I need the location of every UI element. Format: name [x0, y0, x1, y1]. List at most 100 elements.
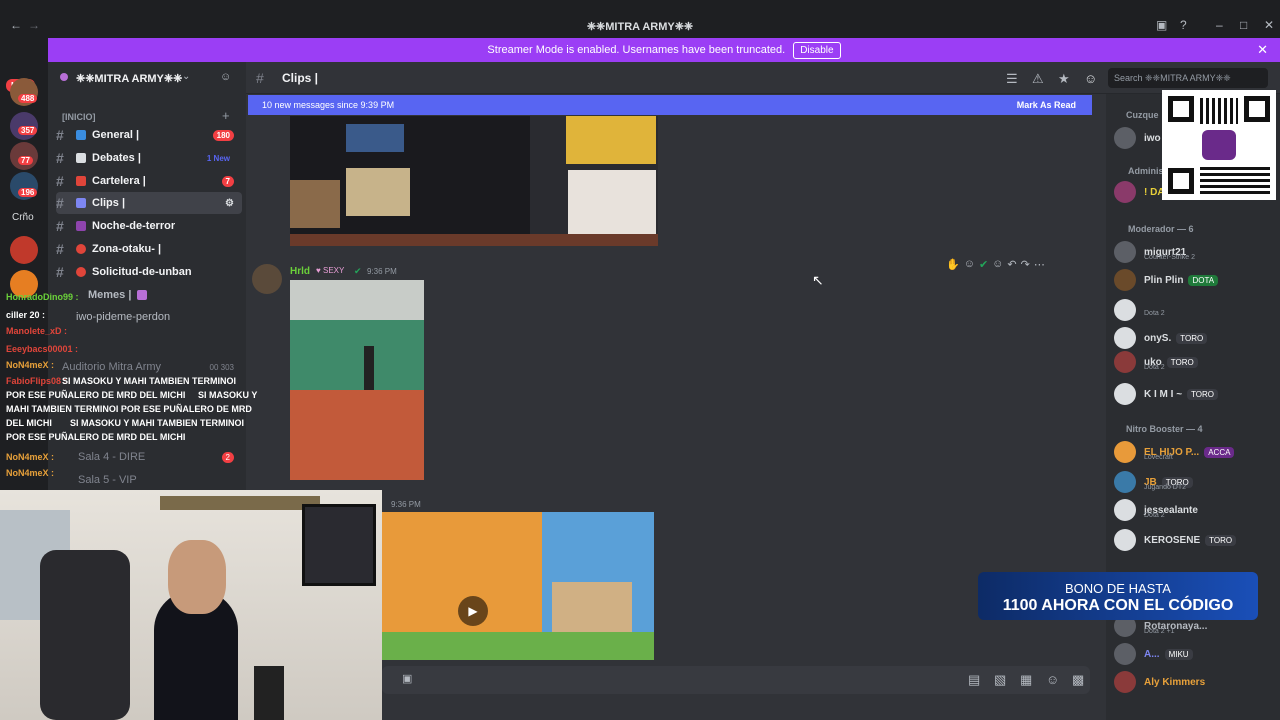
category-inicio[interactable]: [INICIO] — [62, 112, 96, 122]
server-icon[interactable] — [10, 236, 38, 264]
chat-username: NoN4meX : — [6, 360, 55, 370]
unread-badge: 7 — [221, 175, 234, 187]
unread-badge: 180 — [212, 129, 234, 141]
hash-icon: # — [56, 241, 64, 257]
new-messages-bar[interactable]: 10 new messages since 9:39 PM Mark As Re… — [248, 95, 1092, 115]
member-item[interactable]: uko TORO Dota 2 — [1114, 348, 1280, 376]
disable-button[interactable]: Disable — [793, 41, 841, 59]
chat-username: Eeeybacs00001 : — [6, 344, 79, 354]
member-item[interactable]: jessealante Dota 2 — [1114, 496, 1280, 524]
emoji-icon[interactable]: ☺ — [1046, 672, 1059, 687]
server-badge: 196 — [18, 188, 38, 197]
page-icon — [76, 153, 86, 163]
chat-username: NoN4meX : — [6, 452, 55, 462]
members-icon[interactable]: ☺ — [1084, 71, 1097, 86]
hash-icon: # — [56, 218, 64, 234]
channel-cartelera[interactable]: # Cartelera | 7 — [56, 170, 242, 192]
hash-icon: # — [56, 127, 64, 143]
add-reaction-icon[interactable]: ☺ — [992, 258, 1003, 278]
server-badge: 357 — [18, 126, 38, 135]
avatar — [1114, 529, 1136, 551]
channel-general[interactable]: # General | 180 — [56, 124, 242, 146]
chevron-down-icon[interactable]: ⌄ — [182, 71, 190, 82]
avatar — [1114, 351, 1136, 373]
member-item[interactable]: Aly Kimmers — [1114, 668, 1280, 696]
mute-icon[interactable]: ⚠ — [1032, 71, 1044, 87]
member-item[interactable]: JB TORO Jugando DT2 — [1114, 468, 1280, 496]
hash-icon: # — [256, 70, 264, 86]
server-name[interactable]: ❈❈MITRA ARMY❈❈ — [76, 72, 182, 85]
chat-message: POR ESE PUÑALERO DE MRD DEL MICHI — [6, 432, 186, 442]
message-author[interactable]: Hrld — [290, 266, 310, 277]
channel-solicitud-de-unban[interactable]: # Solicitud-de-unban — [56, 261, 242, 283]
sun-icon — [76, 244, 86, 254]
video-thumbnail[interactable] — [290, 116, 658, 246]
gift-icon[interactable]: ▤ — [968, 672, 980, 688]
new-badge: 1 New — [206, 153, 230, 163]
channel-zona-otaku[interactable]: # Zona-otaku- | — [56, 238, 242, 260]
message-actions: ✋ ☺ ✔ ☺ ↶ ↷ ⋯ — [946, 258, 1080, 278]
avatar — [1114, 241, 1136, 263]
help-icon[interactable]: ? — [1180, 18, 1187, 32]
role-badge: ♥ SEXY — [316, 266, 345, 275]
promo-banner: BONO DE HASTA 1100 AHORA CON EL CÓDIGO — [978, 572, 1258, 620]
gif-icon[interactable]: ▧ — [994, 672, 1006, 688]
member-category: Administ — [1128, 166, 1167, 176]
hash-icon: # — [56, 150, 64, 166]
server-badge: 77 — [18, 156, 33, 165]
video-attachment[interactable]: ▶ — [382, 512, 654, 660]
chat-username: HonradoDino99 : — [6, 292, 79, 302]
message-input[interactable]: ▣ ▤ ▧ ▦ ☺ ▩ — [382, 666, 1090, 694]
reply-icon[interactable]: ↶ — [1007, 258, 1016, 278]
channel-noche-de-terror[interactable]: # Noche-de-terror — [56, 215, 242, 237]
inbox-icon[interactable]: ▣ — [1156, 18, 1167, 32]
member-item[interactable]: K I M I ~ TORO — [1114, 380, 1280, 408]
avatar — [1114, 127, 1136, 149]
threads-icon[interactable]: ☰ — [1006, 71, 1018, 87]
mark-as-read-button[interactable]: Mark As Read — [1017, 100, 1076, 110]
reaction-laugh-icon[interactable]: ☺ — [964, 258, 975, 278]
settings-icon[interactable]: ⚙ — [225, 198, 234, 209]
window-title: ❈❈MITRA ARMY❈❈ — [586, 21, 694, 33]
reaction-check-icon[interactable]: ✔ — [979, 258, 988, 278]
play-icon[interactable]: ▶ — [458, 596, 488, 626]
sticker-icon[interactable]: ▦ — [1020, 672, 1032, 688]
maximize-icon[interactable]: □ — [1240, 18, 1247, 32]
minimize-icon[interactable]: – — [1216, 18, 1223, 32]
chat-username: Manolete_xD : — [6, 326, 68, 336]
channel-debates[interactable]: # Debates | 1 New — [56, 147, 242, 169]
member-item[interactable]: Dota 2 — [1114, 296, 1280, 324]
add-user-icon[interactable]: ☺ — [220, 71, 231, 83]
verified-icon: ✔ — [354, 266, 362, 276]
avatar — [1114, 499, 1136, 521]
hash-icon: # — [56, 173, 64, 189]
chat-username: FabioFlips08 : — [6, 376, 67, 386]
member-item[interactable]: A... MIKU — [1114, 640, 1280, 668]
close-window-icon[interactable]: ✕ — [1264, 18, 1274, 32]
forward-icon[interactable]: ↷ — [1021, 258, 1030, 278]
streamer-mode-banner: Streamer Mode is enabled. Usernames have… — [48, 38, 1280, 62]
apps-icon[interactable]: ▩ — [1072, 672, 1084, 688]
member-category: Cuzque — [1126, 110, 1159, 120]
more-icon[interactable]: ⋯ — [1034, 258, 1045, 278]
pin-icon[interactable]: ★ — [1058, 71, 1070, 87]
add-channel-icon[interactable]: + — [222, 108, 230, 123]
member-item[interactable]: Plin Plin DOTA — [1114, 266, 1280, 294]
chat-username: ciller 20 : — [6, 310, 46, 320]
search-input[interactable]: Search ❈❈MITRA ARMY❈❈ — [1108, 68, 1268, 88]
close-banner-icon[interactable]: ✕ — [1257, 42, 1268, 58]
channel-clips[interactable]: # Clips | ⚙ — [56, 192, 242, 214]
reaction-flex-icon[interactable]: ✋ — [946, 258, 960, 278]
webcam-feed — [0, 490, 382, 720]
avatar — [1114, 181, 1136, 203]
globe-icon — [76, 130, 86, 140]
promo-line-2: 1100 AHORA CON EL CÓDIGO — [1002, 597, 1234, 614]
new-messages-text: 10 new messages since 9:39 PM — [262, 100, 395, 110]
avatar — [1114, 327, 1136, 349]
attachment-image[interactable] — [290, 280, 424, 480]
member-item[interactable]: EL HIJO P... ACCA Lovecraft — [1114, 438, 1280, 466]
member-item[interactable]: migurt21 Counter-Strike 2 — [1114, 238, 1280, 266]
channel-title: Clips | — [282, 70, 319, 85]
ticket-icon — [76, 176, 86, 186]
member-item[interactable]: KEROSENE TORO — [1114, 526, 1280, 554]
